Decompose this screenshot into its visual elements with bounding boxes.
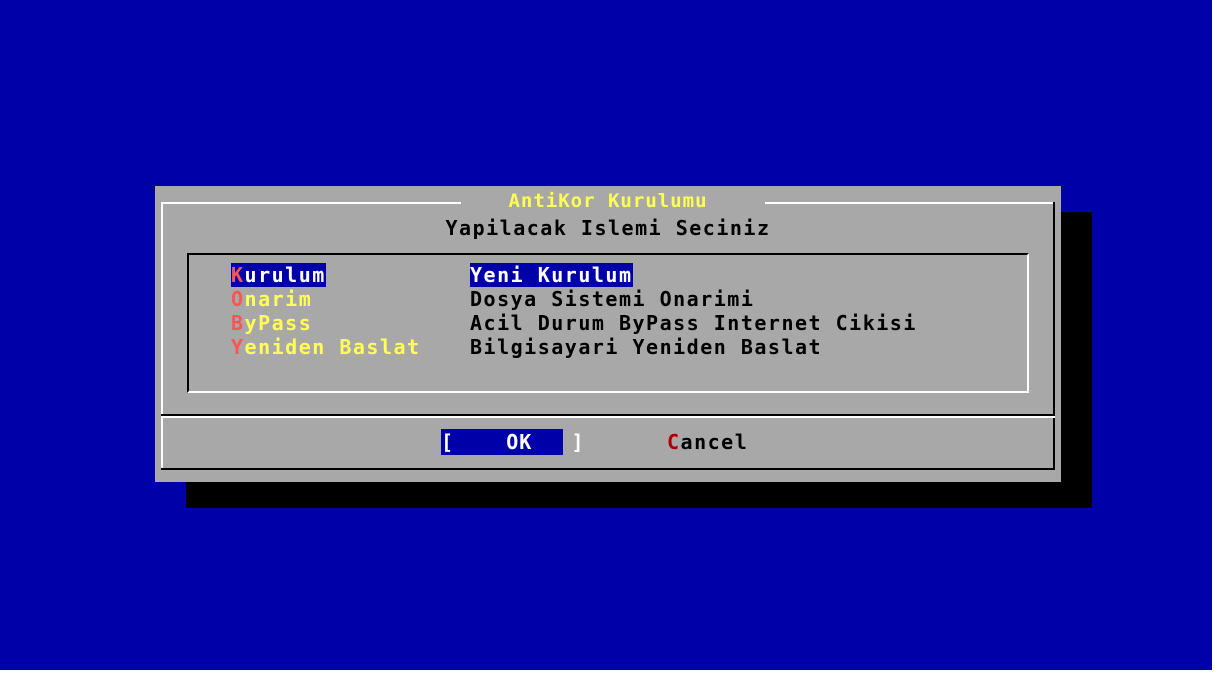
menu-item-hotkey: K	[231, 263, 245, 287]
ok-bracket-right: ]	[571, 430, 585, 454]
menu-item-hotkey: O	[231, 287, 245, 311]
menu-item-bypass[interactable]: ByPass Acil Durum ByPass Internet Cikisi	[189, 311, 1027, 335]
button-separator	[161, 416, 1055, 418]
dialog-prompt: Yapilacak Islemi Seciniz	[445, 216, 771, 240]
menu-item-tag-rest: urulum	[244, 263, 326, 287]
frame-line	[1053, 202, 1055, 470]
menu-item-tag-rest: eniden Baslat	[244, 335, 421, 359]
menu-item-tag-rest: yPass	[244, 311, 313, 335]
frame-line	[161, 468, 1055, 470]
menu-item-tag: ByPass	[231, 311, 312, 335]
menu-item-description: Bilgisayari Yeniden Baslat	[470, 335, 823, 359]
menu-item-tag-rest: narim	[244, 287, 313, 311]
ok-label-rest: K	[519, 430, 533, 454]
menu-item-hotkey: B	[231, 311, 245, 335]
menu-item-onarim[interactable]: Onarim Dosya Sistemi Onarimi	[189, 287, 1027, 311]
dialog-title-wrap: AntiKor Kurulumu	[155, 190, 1061, 212]
setup-dialog: AntiKor Kurulumu Yapilacak Islemi Secini…	[155, 186, 1061, 482]
menu-item-kurulum[interactable]: Kurulum Yeni Kurulum	[189, 263, 1027, 287]
menu-item-description: Acil Durum ByPass Internet Cikisi	[470, 311, 917, 335]
menu-item-hotkey: Y	[231, 335, 245, 359]
ok-hotkey: O	[506, 430, 520, 454]
ok-bracket-left: [	[441, 430, 455, 454]
menu-item-tag: Yeniden Baslat	[231, 335, 421, 359]
ok-button[interactable]: [ OK ]	[441, 429, 583, 455]
menu-item-tag: Kurulum	[231, 263, 326, 287]
menu-item-description: Yeni Kurulum	[470, 263, 633, 287]
menu-item-yeniden-baslat[interactable]: Yeniden Baslat Bilgisayari Yeniden Basla…	[189, 335, 1027, 359]
cancel-button[interactable]: Cancel	[667, 429, 748, 455]
frame-line	[161, 202, 163, 470]
menu-item-tag: Onarim	[231, 287, 312, 311]
cancel-label-rest: ancel	[680, 430, 749, 454]
menu-list: Kurulum Yeni Kurulum Onarim Dosya Sistem…	[187, 253, 1029, 393]
menu-item-description: Dosya Sistemi Onarimi	[470, 287, 755, 311]
dialog-title: AntiKor Kurulumu	[502, 190, 714, 212]
cancel-hotkey: C	[667, 430, 681, 454]
terminal-screen: AntiKor Kurulumu Yapilacak Islemi Secini…	[0, 0, 1212, 670]
